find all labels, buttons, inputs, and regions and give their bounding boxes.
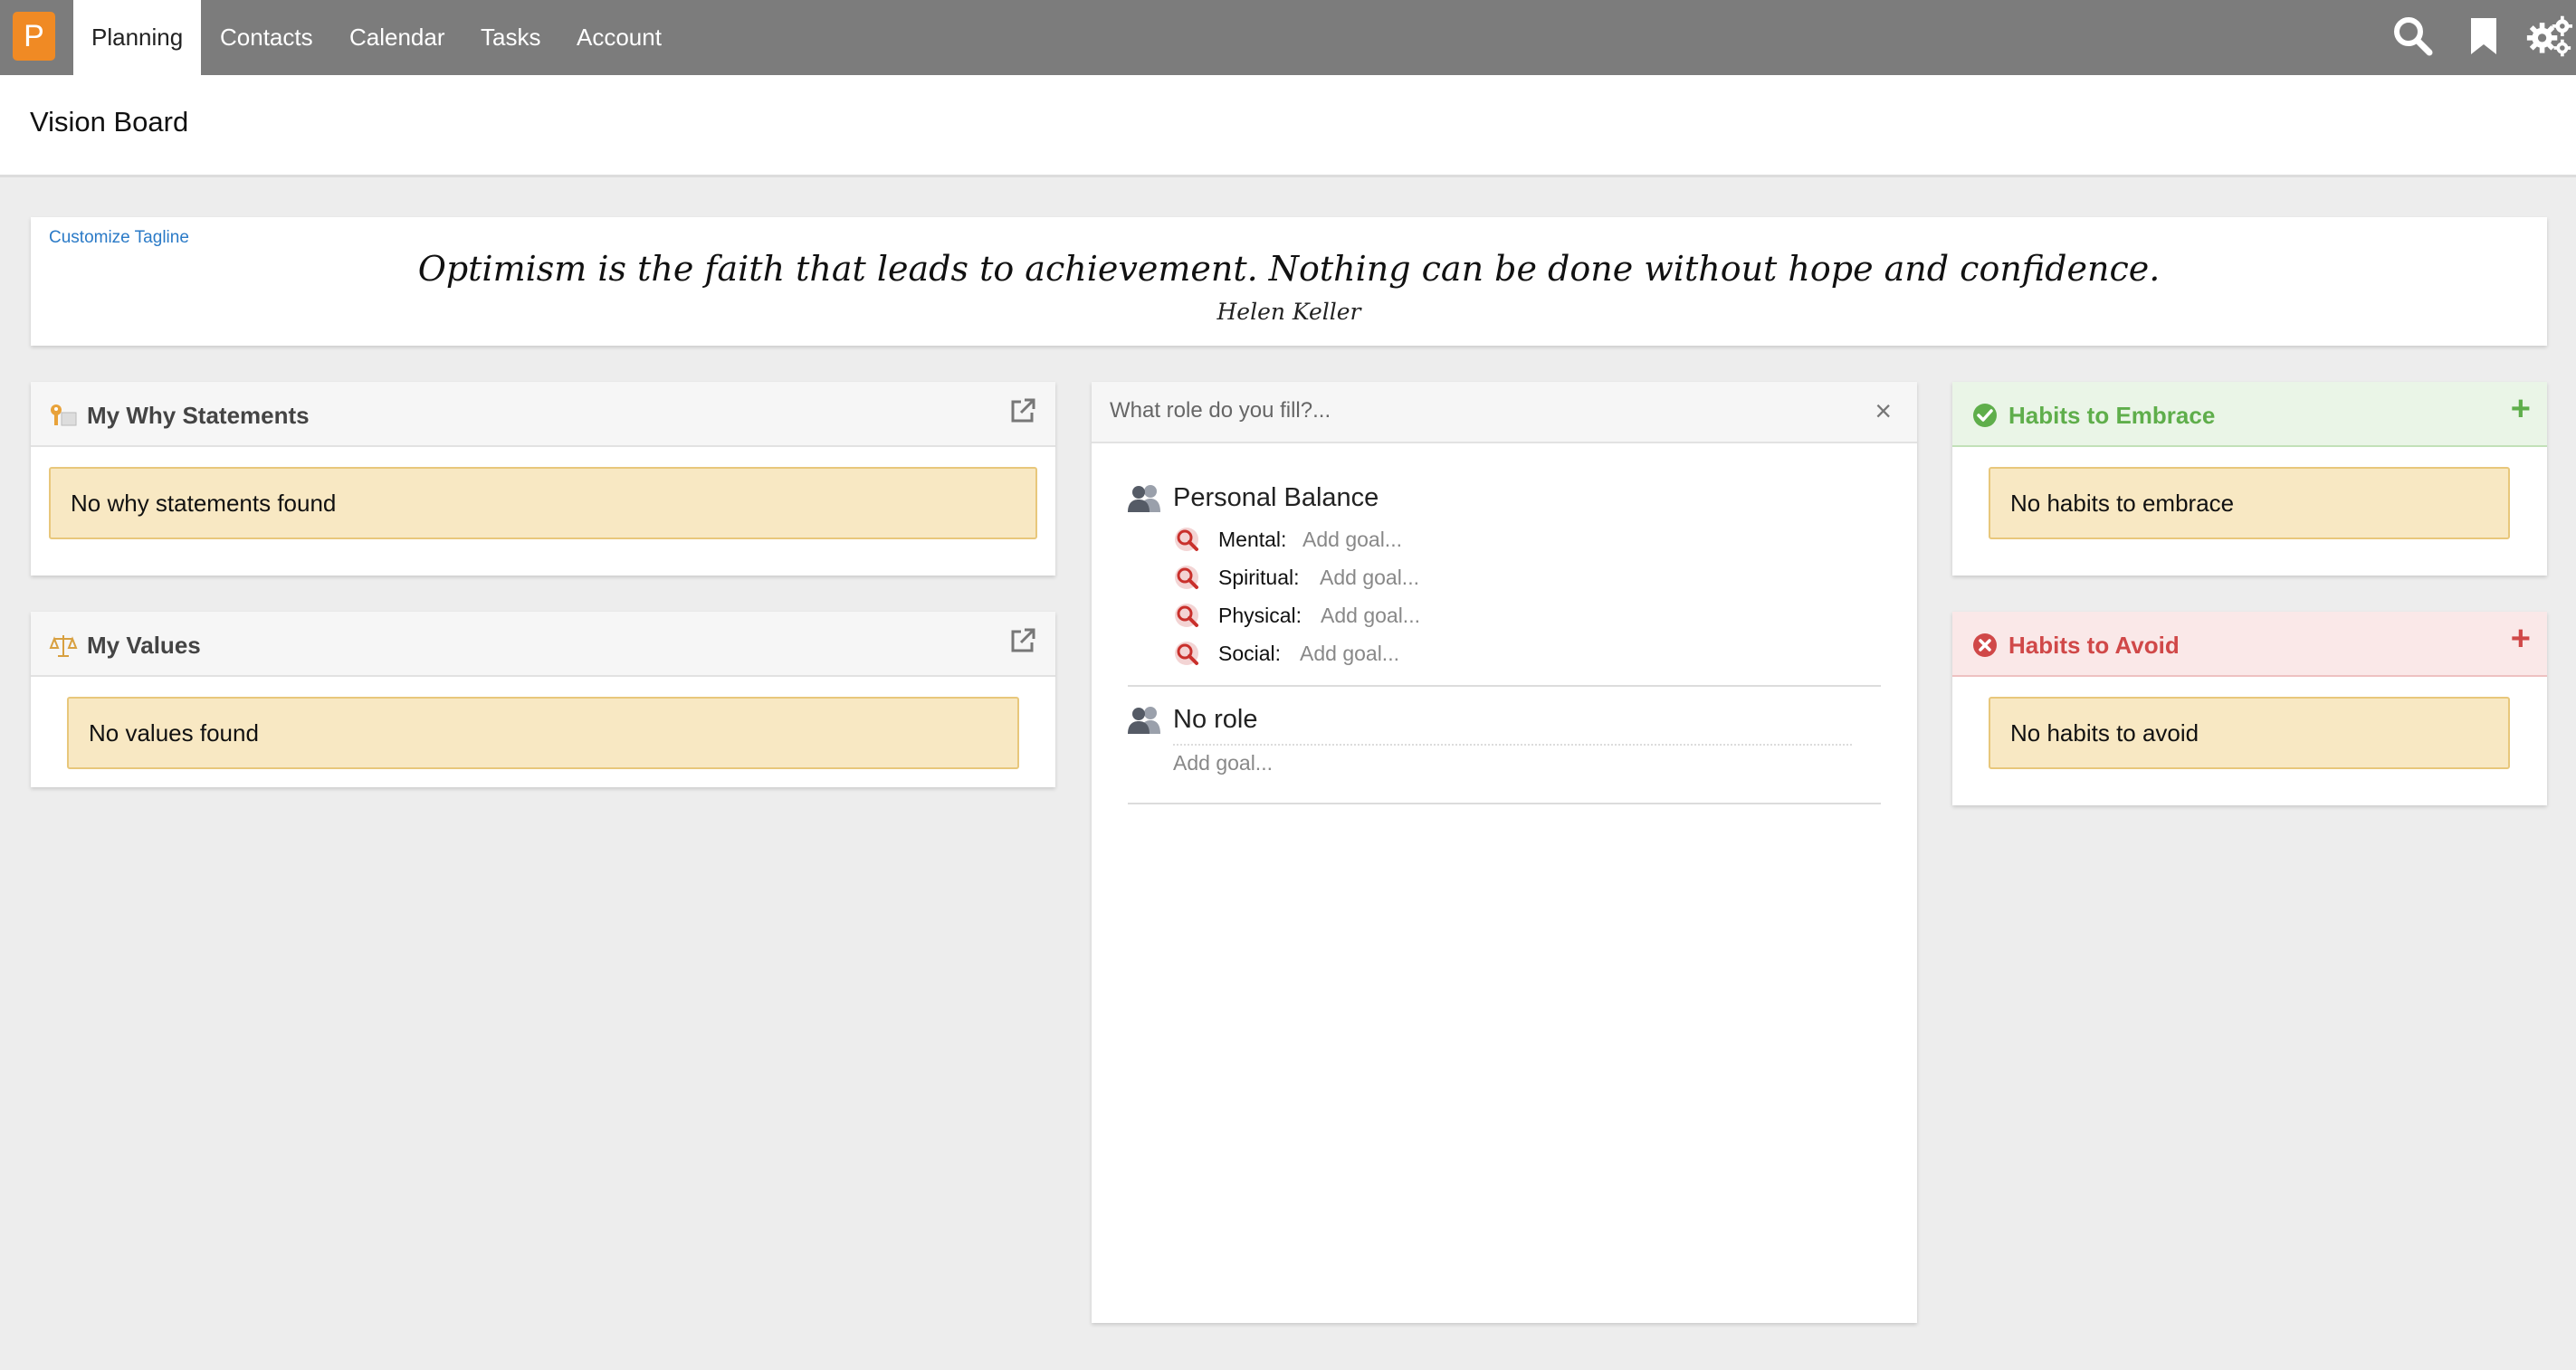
- page-title: Vision Board: [30, 106, 189, 138]
- balance-scale-icon: [49, 635, 78, 657]
- goal-target-icon: [1175, 604, 1198, 627]
- goal-label-mental: Mental:: [1218, 528, 1287, 551]
- habits-embrace-empty-message: No habits to embrace: [1989, 467, 2510, 539]
- nav-tab-account[interactable]: Account: [558, 0, 680, 75]
- nav-tab-tasks[interactable]: Tasks: [463, 0, 558, 75]
- why-statements-header: My Why Statements: [31, 382, 1055, 447]
- why-statements-title: My Why Statements: [87, 402, 310, 429]
- values-title: My Values: [87, 632, 201, 659]
- add-goal-mental[interactable]: Add goal...: [1302, 528, 1402, 552]
- check-circle-icon: [1973, 404, 1997, 427]
- customize-tagline-link[interactable]: Customize Tagline: [49, 228, 189, 248]
- add-goal-physical[interactable]: Add goal...: [1321, 604, 1420, 628]
- top-nav: P Planning Contacts Calendar Tasks Accou…: [0, 0, 2576, 75]
- close-icon[interactable]: ×: [1875, 395, 1892, 428]
- settings-gears-icon[interactable]: [2525, 13, 2572, 60]
- goal-target-icon: [1175, 528, 1198, 551]
- add-habit-avoid-button[interactable]: +: [2511, 621, 2531, 657]
- role-divider: [1128, 803, 1881, 804]
- tagline-author: Helen Keller: [1216, 299, 1361, 325]
- goal-label-physical: Physical:: [1218, 604, 1302, 627]
- add-goal-social[interactable]: Add goal...: [1300, 642, 1399, 666]
- add-goal-no-role[interactable]: Add goal...: [1173, 751, 1273, 775]
- nav-tab-calendar[interactable]: Calendar: [331, 0, 463, 75]
- role-no-role-title[interactable]: No role: [1173, 705, 1258, 735]
- role-personal-balance-title[interactable]: Personal Balance: [1173, 483, 1379, 513]
- title-bar: Vision Board: [0, 75, 2576, 177]
- habits-embrace-title: Habits to Embrace: [2008, 402, 2216, 429]
- habits-embrace-header: Habits to Embrace +: [1952, 382, 2547, 447]
- add-habit-embrace-button[interactable]: +: [2511, 391, 2531, 427]
- goal-target-icon: [1175, 566, 1198, 589]
- roles-header: What role do you fill?... ×: [1092, 382, 1917, 443]
- habits-avoid-title: Habits to Avoid: [2008, 632, 2180, 659]
- habits-embrace-panel: Habits to Embrace + No habits to embrace: [1952, 382, 2547, 576]
- nav-tab-contacts[interactable]: Contacts: [202, 0, 331, 75]
- habits-avoid-header: Habits to Avoid +: [1952, 612, 2547, 677]
- app-logo[interactable]: P: [13, 12, 55, 61]
- values-panel: My Values No values found: [31, 612, 1055, 787]
- open-external-icon[interactable]: [1008, 396, 1037, 425]
- open-external-icon[interactable]: [1008, 626, 1037, 655]
- key-note-icon: [51, 404, 77, 426]
- roles-panel: What role do you fill?... × Personal Bal…: [1092, 382, 1917, 1323]
- role-divider: [1128, 685, 1881, 687]
- nav-tab-planning[interactable]: Planning: [73, 0, 202, 75]
- search-icon[interactable]: [2390, 13, 2437, 60]
- role-input[interactable]: What role do you fill?...: [1110, 398, 1331, 423]
- people-icon: [1128, 707, 1160, 734]
- goal-label-spiritual: Spiritual:: [1218, 566, 1300, 589]
- tagline-quote: Optimism is the faith that leads to achi…: [417, 249, 2161, 289]
- dotted-divider: [1173, 744, 1852, 746]
- tagline-card: Customize Tagline Optimism is the faith …: [31, 217, 2547, 346]
- goal-label-social: Social:: [1218, 642, 1282, 665]
- people-icon: [1128, 485, 1160, 512]
- add-goal-spiritual[interactable]: Add goal...: [1320, 566, 1419, 590]
- why-statements-panel: My Why Statements No why statements foun…: [31, 382, 1055, 576]
- values-empty-message: No values found: [67, 697, 1019, 769]
- values-header: My Values: [31, 612, 1055, 677]
- goal-target-icon: [1175, 642, 1198, 665]
- habits-avoid-empty-message: No habits to avoid: [1989, 697, 2510, 769]
- why-statements-empty-message: No why statements found: [49, 467, 1037, 539]
- x-circle-icon: [1973, 633, 1997, 657]
- bookmark-icon[interactable]: [2460, 13, 2507, 60]
- habits-avoid-panel: Habits to Avoid + No habits to avoid: [1952, 612, 2547, 805]
